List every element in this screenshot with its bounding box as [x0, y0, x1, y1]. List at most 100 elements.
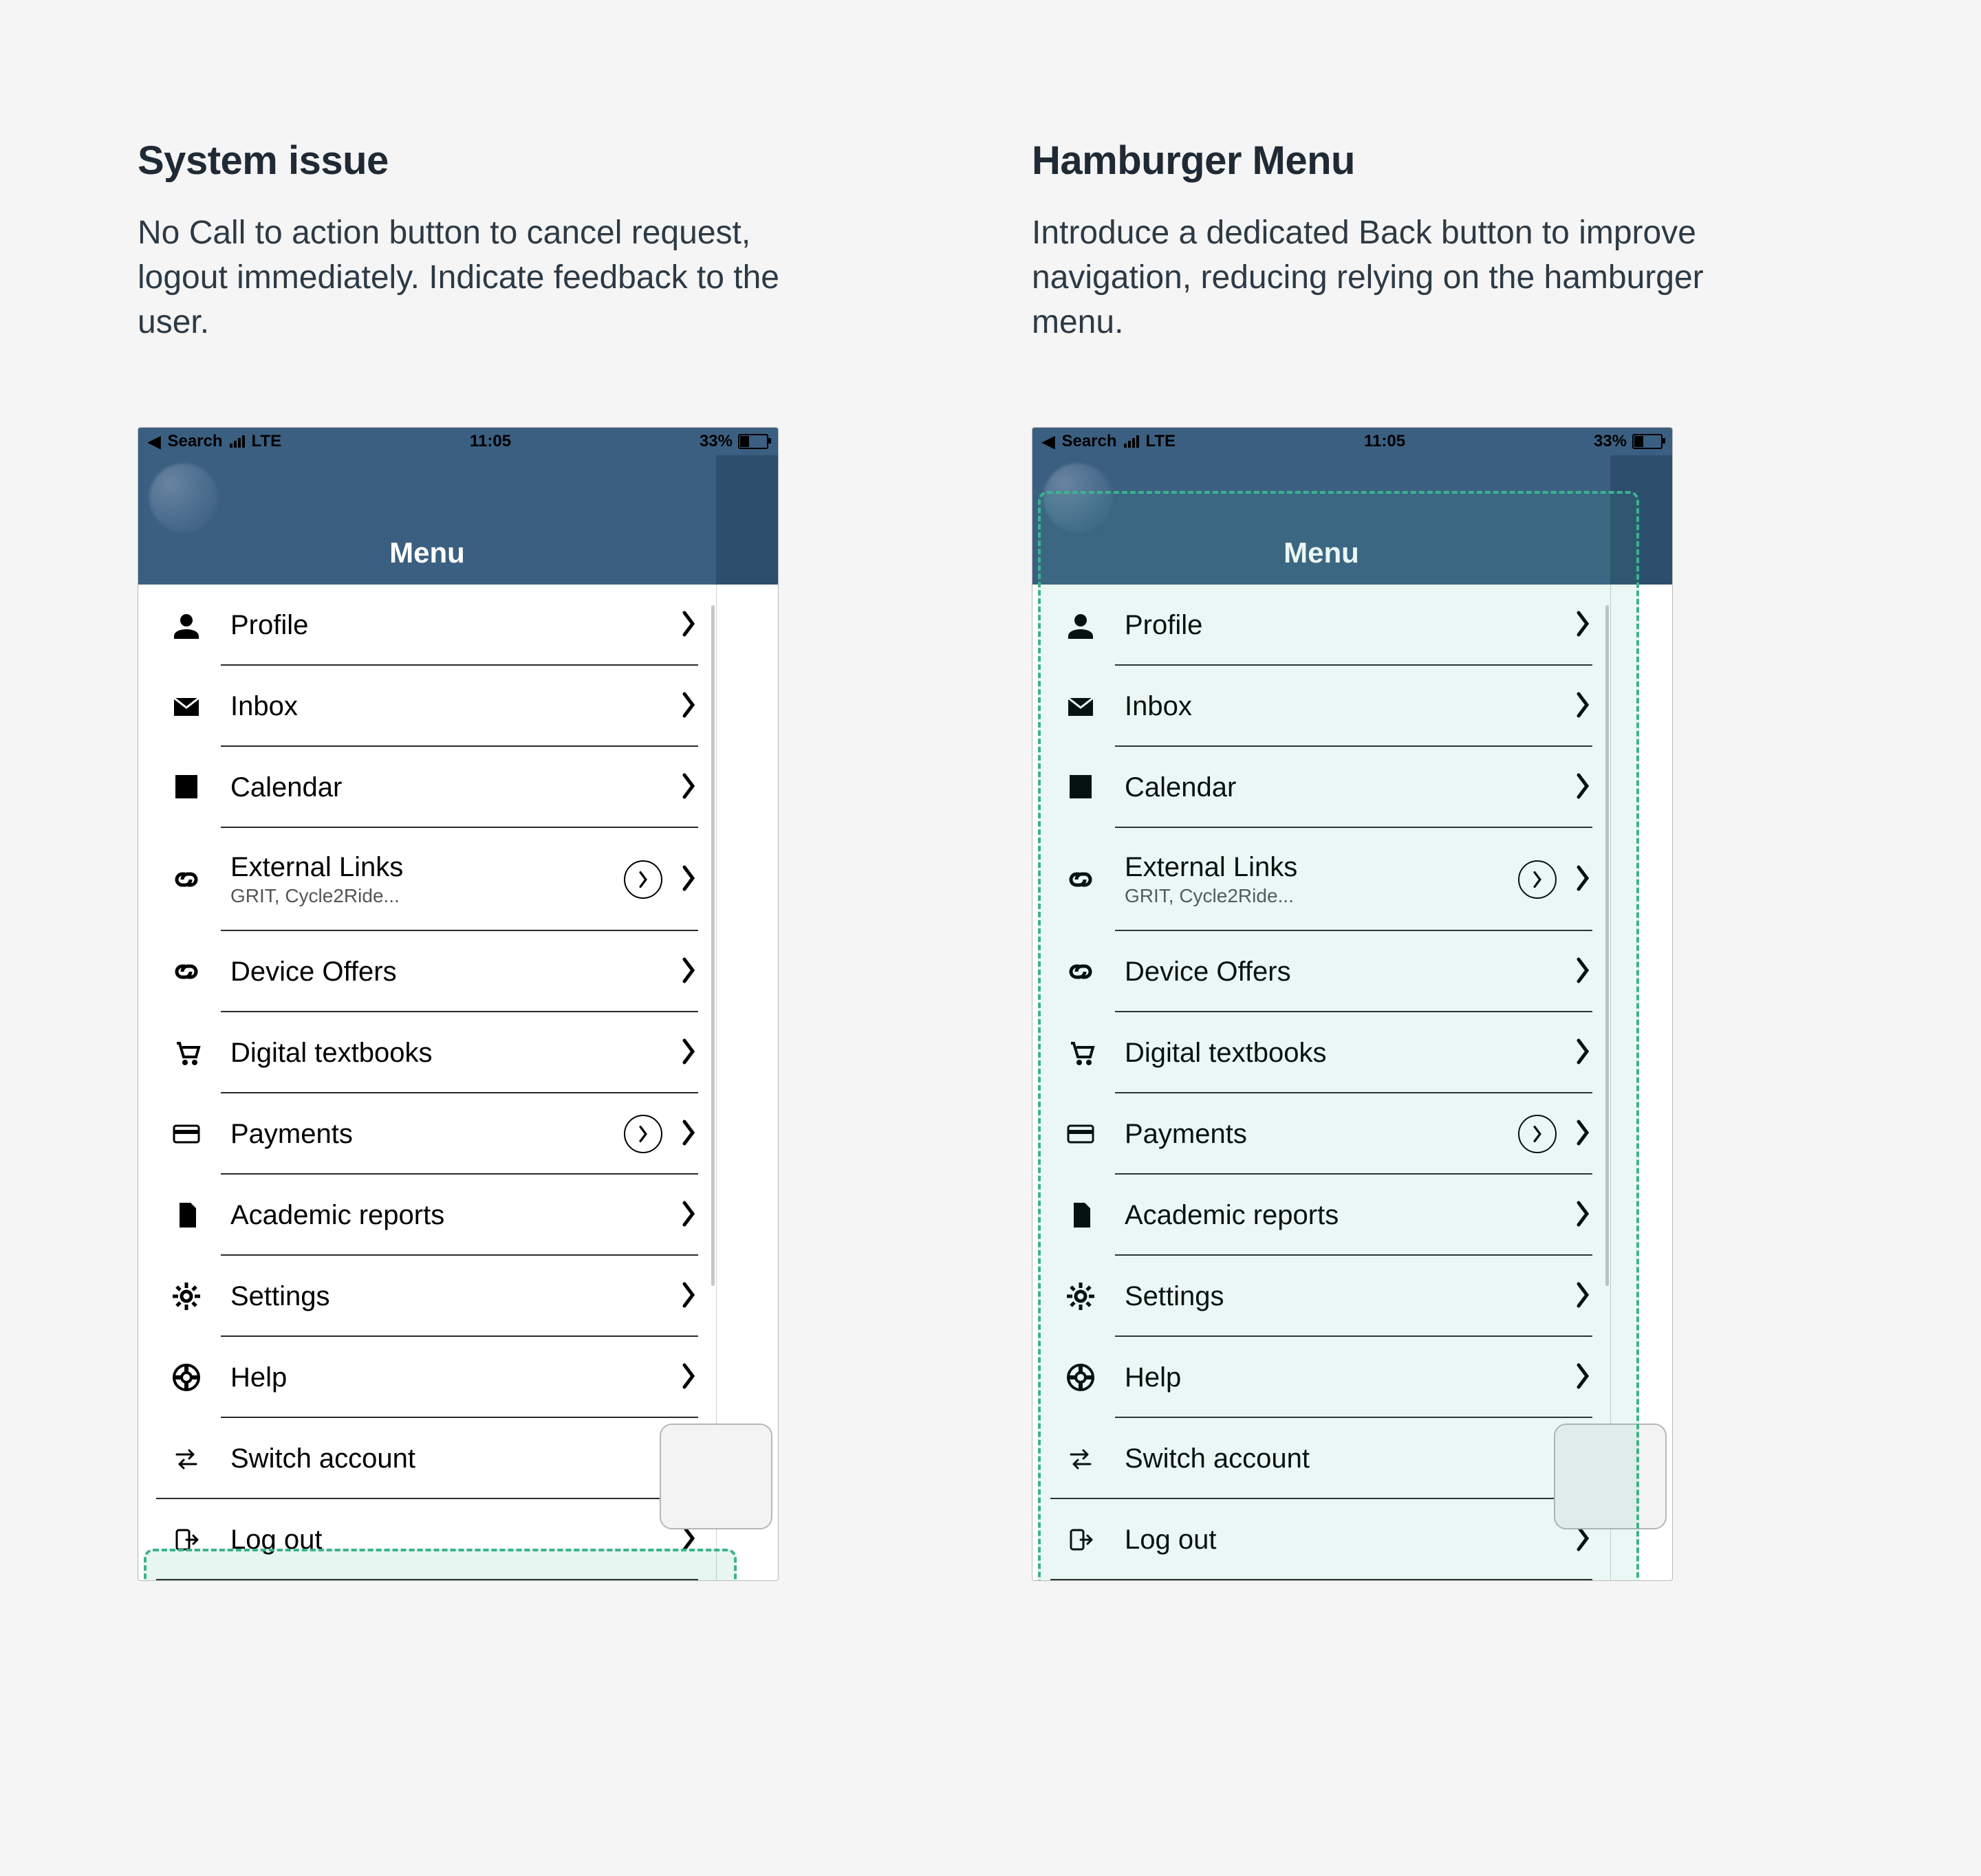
- menu-item-external[interactable]: External LinksGRIT, Cycle2Ride...: [138, 828, 716, 931]
- menu-item-logout[interactable]: Log out: [138, 1499, 716, 1580]
- phone-mock-left: ◀ Search LTE 11:05 33% Menu: [138, 427, 779, 1581]
- chevron-right-icon: [1574, 691, 1591, 722]
- menu-item-reports[interactable]: Academic reports: [138, 1175, 716, 1256]
- calendar-icon: [166, 772, 207, 803]
- circled-chevron-icon[interactable]: [624, 860, 662, 899]
- back-triangle-icon: ◀: [1042, 432, 1054, 452]
- underlying-navbar: [1610, 455, 1672, 585]
- menu-item-label: Academic reports: [230, 1201, 657, 1229]
- column-hamburger-menu: Hamburger Menu Introduce a dedicated Bac…: [1032, 138, 1843, 1876]
- status-time: 11:05: [1364, 432, 1405, 451]
- menu-item-label: Device Offers: [230, 958, 657, 985]
- menu-item-label: Device Offers: [1125, 958, 1551, 985]
- scrollbar[interactable]: [711, 605, 715, 1286]
- chevron-right-icon: [680, 691, 697, 722]
- menu-item-label: Payments: [1125, 1120, 1495, 1148]
- card-icon: [1060, 1119, 1101, 1149]
- calendar-icon: [1060, 772, 1101, 803]
- link-icon: [1060, 957, 1101, 987]
- chevron-right-icon: [1574, 772, 1591, 803]
- chevron-right-icon: [680, 1119, 697, 1150]
- link-icon: [1060, 864, 1101, 895]
- chevron-right-icon: [1574, 1200, 1591, 1231]
- menu-item-calendar[interactable]: Calendar: [138, 747, 716, 828]
- drawer-header: Menu: [1032, 455, 1610, 585]
- chevron-right-icon: [1574, 957, 1591, 988]
- menu-item-inbox[interactable]: Inbox: [138, 666, 716, 747]
- menu-item-device[interactable]: Device Offers: [1032, 931, 1610, 1012]
- signal-icon: [230, 435, 245, 448]
- link-icon: [166, 864, 207, 895]
- underlying-card: [660, 1424, 772, 1529]
- status-network: LTE: [252, 432, 282, 451]
- logout-icon: [1060, 1525, 1101, 1555]
- status-battery-pct: 33%: [700, 432, 733, 451]
- doc-icon: [166, 1200, 207, 1230]
- chevron-right-icon: [1574, 1362, 1591, 1393]
- menu-item-help[interactable]: Help: [138, 1337, 716, 1418]
- drawer-menu: Profile InboxCalendar External LinksGRIT, …: [1032, 585, 1610, 1580]
- menu-item-settings[interactable]: Settings: [138, 1256, 716, 1337]
- menu-item-textbooks[interactable]: Digital textbooks: [138, 1012, 716, 1093]
- menu-item-help[interactable]: Help: [1032, 1337, 1610, 1418]
- menu-item-sublabel: GRIT, Cycle2Ride...: [230, 886, 600, 906]
- status-back-label: Search: [1061, 432, 1116, 451]
- menu-item-logout[interactable]: Log out: [1032, 1499, 1610, 1580]
- person-icon: [1060, 610, 1101, 640]
- menu-item-inbox[interactable]: Inbox: [1032, 666, 1610, 747]
- phone-mock-right: ◀ Search LTE 11:05 33% Menu: [1032, 427, 1673, 1581]
- menu-item-label: Help: [230, 1364, 657, 1391]
- heading-left: System issue: [138, 138, 949, 184]
- menu-item-switch[interactable]: Switch account: [1032, 1418, 1610, 1499]
- menu-item-textbooks[interactable]: Digital textbooks: [1032, 1012, 1610, 1093]
- menu-item-device[interactable]: Device Offers: [138, 931, 716, 1012]
- gear-icon: [166, 1281, 207, 1311]
- menu-item-label: Log out: [230, 1526, 657, 1553]
- gear-icon: [1060, 1281, 1101, 1311]
- drawer-menu: Profile Inbox CalendarExternal LinksGRIT, …: [138, 585, 716, 1580]
- circled-chevron-icon[interactable]: [624, 1115, 662, 1153]
- battery-icon: [1632, 434, 1663, 449]
- menu-item-label: Help: [1125, 1364, 1551, 1391]
- cart-icon: [1060, 1038, 1101, 1068]
- heading-right: Hamburger Menu: [1032, 138, 1843, 184]
- card-icon: [166, 1119, 207, 1149]
- scrollbar[interactable]: [1605, 605, 1609, 1286]
- menu-item-label: Digital textbooks: [230, 1039, 657, 1067]
- logout-icon: [166, 1525, 207, 1555]
- chevron-right-icon: [680, 1038, 697, 1069]
- underlying-card: [1554, 1424, 1667, 1529]
- menu-item-sublabel: GRIT, Cycle2Ride...: [1125, 886, 1495, 906]
- back-triangle-icon: ◀: [148, 432, 160, 452]
- menu-item-label: Digital textbooks: [1125, 1039, 1551, 1067]
- menu-item-profile[interactable]: Profile: [138, 585, 716, 666]
- chevron-right-icon: [1574, 1038, 1591, 1069]
- chevron-right-icon: [1574, 1119, 1591, 1150]
- menu-item-settings[interactable]: Settings: [1032, 1256, 1610, 1337]
- status-back-label: Search: [167, 432, 222, 451]
- menu-item-label: Academic reports: [1125, 1201, 1551, 1229]
- chevron-right-icon: [680, 1281, 697, 1312]
- menu-item-label: Profile: [1125, 611, 1551, 639]
- menu-item-label: Inbox: [230, 692, 657, 720]
- menu-item-profile[interactable]: Profile: [1032, 585, 1610, 666]
- status-bar: ◀ Search LTE 11:05 33%: [1032, 428, 1672, 455]
- doc-icon: [1060, 1200, 1101, 1230]
- menu-item-payments[interactable]: Payments: [1032, 1093, 1610, 1175]
- column-system-issue: System issue No Call to action button to…: [138, 138, 949, 1876]
- lifebuoy-icon: [1060, 1362, 1101, 1393]
- menu-item-calendar[interactable]: Calendar: [1032, 747, 1610, 828]
- menu-item-label: External LinksGRIT, Cycle2Ride...: [1125, 853, 1495, 906]
- avatar[interactable]: [1043, 463, 1112, 532]
- avatar[interactable]: [149, 463, 218, 532]
- menu-item-external[interactable]: External LinksGRIT, Cycle2Ride...: [1032, 828, 1610, 931]
- menu-item-switch[interactable]: Switch account: [138, 1418, 716, 1499]
- drawer-header: Menu: [138, 455, 716, 585]
- circled-chevron-icon[interactable]: [1518, 860, 1557, 899]
- menu-item-payments[interactable]: Payments: [138, 1093, 716, 1175]
- description-left: No Call to action button to cancel reque…: [138, 211, 825, 345]
- chevron-right-icon: [1574, 610, 1591, 641]
- menu-item-reports[interactable]: Academic reports: [1032, 1175, 1610, 1256]
- swap-icon: [166, 1443, 207, 1474]
- circled-chevron-icon[interactable]: [1518, 1115, 1557, 1153]
